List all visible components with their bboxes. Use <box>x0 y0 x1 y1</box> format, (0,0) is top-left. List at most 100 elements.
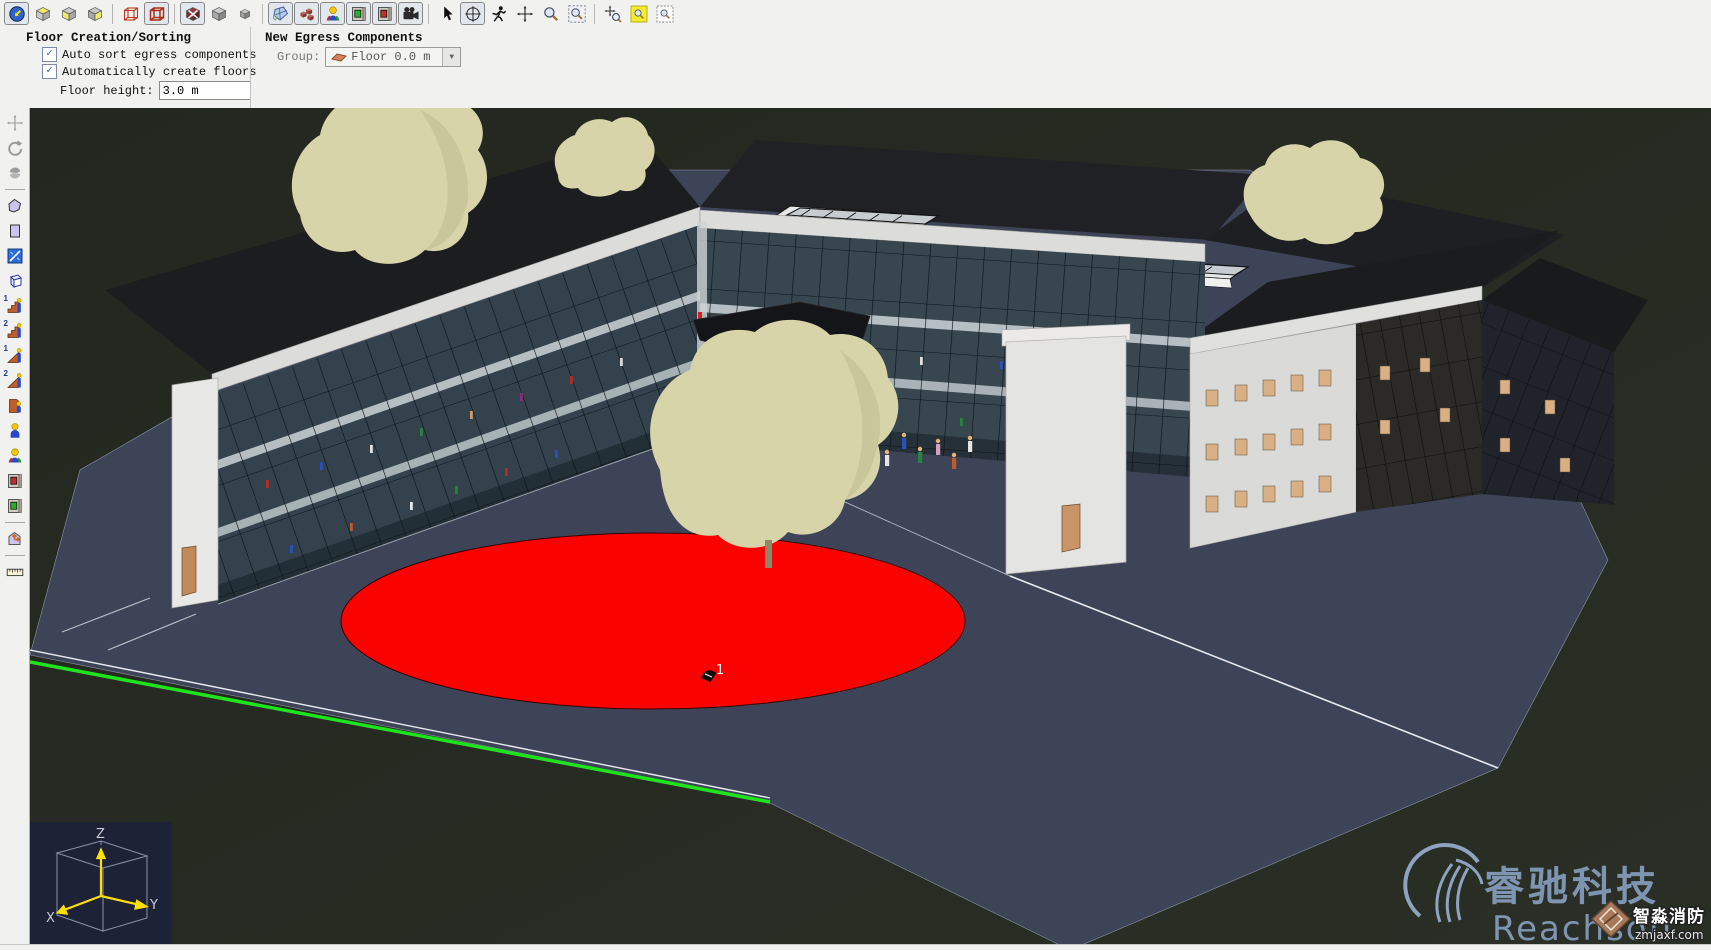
ramp-icon <box>6 347 24 365</box>
add-ramp-two-button[interactable]: 2 <box>2 369 28 393</box>
camera-icon <box>402 5 420 23</box>
toggle-furniture-button[interactable] <box>294 2 319 25</box>
watermark-badge-site: zmjaxf.com <box>1635 928 1704 942</box>
pan-tool-button[interactable] <box>512 2 537 25</box>
zoom-region-tool-button[interactable] <box>564 2 589 25</box>
door-red-t-icon <box>6 472 24 490</box>
cube-gray-icon <box>210 5 228 23</box>
axis-x-label: X <box>46 911 55 926</box>
floor-height-input[interactable] <box>159 81 251 100</box>
floor-creation-title: Floor Creation/Sorting <box>26 31 246 45</box>
draw-obstruction-button[interactable] <box>2 269 28 293</box>
draw-thin-wall-button[interactable] <box>2 244 28 268</box>
stairs-icon <box>6 322 24 340</box>
tool-sidebar: 1212 <box>0 108 30 945</box>
draw-edge-icon <box>6 247 24 265</box>
toolbar-divider <box>5 189 25 190</box>
cube-flat-icon <box>236 5 254 23</box>
wire-red2-icon <box>148 5 166 23</box>
view-front-button[interactable] <box>56 2 81 25</box>
show-solid-button[interactable] <box>206 2 231 25</box>
group-value: Floor 0.0 m <box>351 50 430 64</box>
orbit-tool-button[interactable] <box>460 2 485 25</box>
draw-rectangle-room-button[interactable] <box>2 219 28 243</box>
add-elevator-button[interactable] <box>2 394 28 418</box>
pan4-icon <box>516 5 534 23</box>
add-occupant-button[interactable] <box>2 419 28 443</box>
options-panel-strip: Floor Creation/Sorting ✓ Auto sort egres… <box>0 27 1711 109</box>
new-egress-title: New Egress Components <box>265 31 489 45</box>
add-interior-door-button[interactable] <box>2 494 28 518</box>
add-exit-door-button[interactable] <box>2 469 28 493</box>
people3-icon <box>324 5 342 23</box>
orbit-g-icon <box>6 164 24 182</box>
draw-polygon-room-button[interactable] <box>2 194 28 218</box>
toggle-exit-doors-button[interactable] <box>372 2 397 25</box>
view-user-mode-button[interactable] <box>4 2 29 25</box>
rotate-view-button[interactable] <box>2 136 28 160</box>
floor-height-label: Floor height: <box>60 84 154 98</box>
add-ramp-one-button[interactable]: 1 <box>2 344 28 368</box>
center-view-button[interactable] <box>600 2 625 25</box>
rot-g-icon <box>6 139 24 157</box>
auto-sort-label: Auto sort egress components <box>62 48 256 62</box>
show-wireframe-button[interactable] <box>118 2 143 25</box>
add-occupant-group-button[interactable] <box>2 444 28 468</box>
view-top-button[interactable] <box>30 2 55 25</box>
add-stairway-one-button[interactable]: 1 <box>2 294 28 318</box>
view-side-button[interactable] <box>82 2 107 25</box>
orbit4-icon <box>464 5 482 23</box>
pan-view-button[interactable] <box>2 111 28 135</box>
cube-front-icon <box>60 5 78 23</box>
toggle-interior-doors-button[interactable] <box>346 2 371 25</box>
group-dropdown[interactable]: Floor 0.0 m ▼ <box>325 47 461 67</box>
watermark-badge-name: 智淼消防 <box>1633 906 1705 927</box>
auto-sort-checkbox[interactable]: ✓ <box>42 47 57 62</box>
ramp-icon <box>6 372 24 390</box>
exit-marker-label: 1 <box>716 663 724 678</box>
axis-gizmo: Z Y X <box>30 822 172 945</box>
watermark-zmjaxf-badge: 智淼消防 zmjaxf.com <box>1592 901 1705 942</box>
application-window: Floor Creation/Sorting ✓ Auto sort egres… <box>0 0 1711 950</box>
toggle-glass-button[interactable] <box>268 2 293 25</box>
measure-tool-button[interactable] <box>2 560 28 584</box>
viewport-3d-scene[interactable]: 1 Z Y X <box>30 108 1711 945</box>
door-green-t-icon <box>350 5 368 23</box>
move-objects-button[interactable] <box>2 527 28 551</box>
toolbar-divider <box>174 4 175 24</box>
show-flat-button[interactable] <box>232 2 257 25</box>
icon-badge: 1 <box>4 294 8 303</box>
pan4-g-icon <box>6 114 24 132</box>
dropdown-arrow-icon[interactable]: ▼ <box>442 48 460 66</box>
icon-badge: 1 <box>4 344 8 353</box>
hide-objects-button[interactable] <box>180 2 205 25</box>
ruler-icon <box>6 563 24 581</box>
refuge-area-circle[interactable] <box>341 533 965 709</box>
toggle-occupants-button[interactable] <box>320 2 345 25</box>
auto-create-floors-label: Automatically create floors <box>62 65 256 79</box>
show-solid-wireframe-button[interactable] <box>144 2 169 25</box>
zoom-tool-button[interactable] <box>538 2 563 25</box>
roam-view-button[interactable] <box>2 161 28 185</box>
auto-create-floors-checkbox[interactable]: ✓ <box>42 64 57 79</box>
floor-icon <box>331 51 347 63</box>
viewport-3d[interactable]: 1 Z Y X <box>30 108 1711 945</box>
door-person-icon <box>6 397 24 415</box>
zoom-extents-button[interactable] <box>626 2 651 25</box>
people3-icon <box>6 447 24 465</box>
window-bottom-edge <box>0 944 1711 950</box>
person1-icon <box>6 422 24 440</box>
draw-box3d-icon <box>6 272 24 290</box>
add-stairway-two-button[interactable]: 2 <box>2 319 28 343</box>
icon-badge: 2 <box>4 369 8 378</box>
cursor-icon <box>438 5 456 23</box>
camera-view-button[interactable] <box>398 2 423 25</box>
axis-y-label: Y <box>149 898 158 913</box>
walk-tool-button[interactable] <box>486 2 511 25</box>
select-tool-button[interactable] <box>434 2 459 25</box>
toolbar-divider <box>428 4 429 24</box>
zoom-selected-button[interactable] <box>652 2 677 25</box>
floor-creation-panel: Floor Creation/Sorting ✓ Auto sort egres… <box>20 27 246 108</box>
cube-x-icon <box>184 5 202 23</box>
mag-region-icon <box>568 5 586 23</box>
